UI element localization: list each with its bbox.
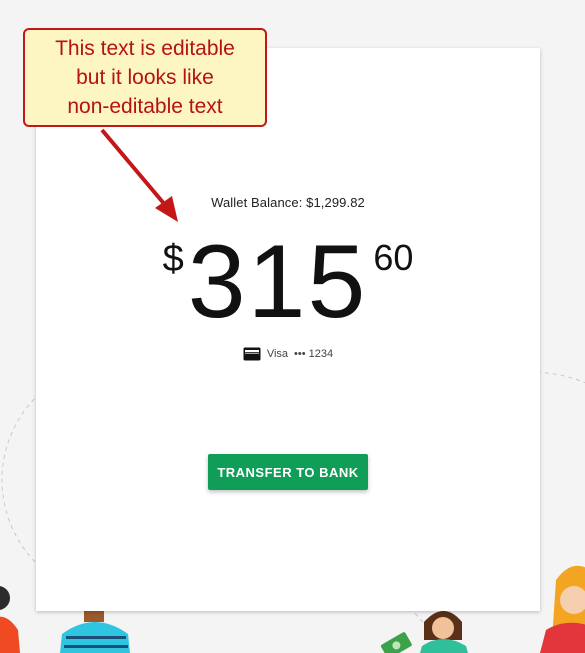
annotation-line: but it looks like — [76, 66, 214, 89]
person-figure-icon — [420, 611, 468, 653]
transfer-to-bank-button[interactable]: TRANSFER TO BANK — [208, 454, 368, 490]
card-brand: Visa — [266, 348, 289, 360]
wallet-balance: Wallet Balance: $1,299.82 — [211, 195, 365, 210]
card-number-masked: ••• 1234 — [294, 348, 334, 360]
transfer-card: Wallet Balance: $1,299.82 $ 315 60 Visa … — [36, 48, 540, 611]
annotation-line: non-editable text — [67, 95, 223, 118]
annotation-line: This text is editable — [55, 37, 235, 60]
person-figure-icon — [60, 608, 130, 653]
money-bill-icon — [380, 632, 412, 653]
person-figure-icon — [540, 565, 585, 653]
amount-cents-field[interactable]: 60 — [373, 240, 413, 276]
currency-symbol: $ — [162, 238, 184, 280]
payment-method: Visa ••• 1234 — [36, 347, 540, 361]
credit-card-icon — [243, 347, 261, 361]
person-figure-icon — [0, 586, 20, 653]
amount-dollars-field[interactable]: 315 — [188, 230, 368, 334]
transfer-amount[interactable]: $ 315 60 — [36, 230, 540, 334]
annotation-callout: This text is editable but it looks like … — [23, 28, 267, 127]
